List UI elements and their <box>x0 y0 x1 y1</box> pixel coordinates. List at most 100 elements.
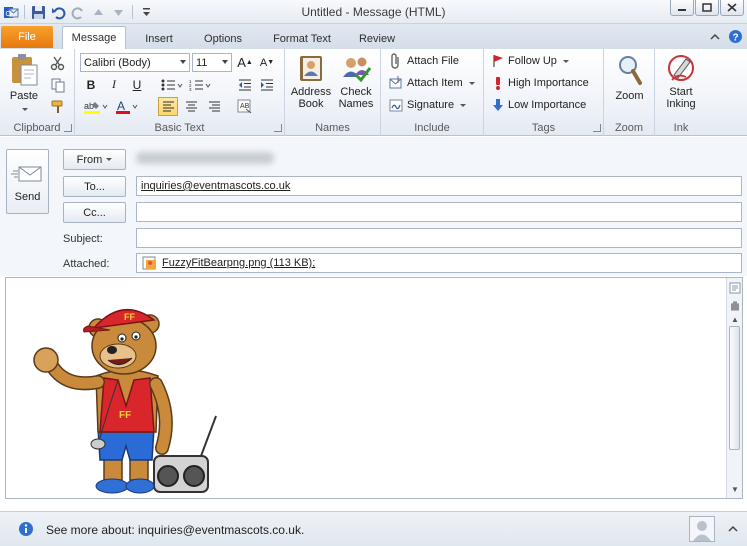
underline-icon[interactable]: U <box>127 75 147 94</box>
address-book-label-2: Book <box>298 98 324 110</box>
pen-icon <box>668 55 694 81</box>
high-importance-button[interactable]: High Importance <box>492 74 589 92</box>
grow-font-icon[interactable]: A ▲ <box>235 53 255 72</box>
expand-people-pane-icon[interactable] <box>728 524 738 534</box>
shrink-font-icon[interactable]: A ▼ <box>257 53 277 72</box>
view-toggle-icon[interactable] <box>728 281 742 295</box>
maximize-icon[interactable] <box>695 0 719 16</box>
paste-icon <box>12 54 38 86</box>
bear-mascot-image: FF FF <box>33 308 217 494</box>
decrease-indent-icon[interactable] <box>235 75 255 94</box>
from-label: From <box>76 153 103 166</box>
send-icon <box>10 166 41 182</box>
tab-insert[interactable]: Insert <box>133 28 185 49</box>
tab-message[interactable]: Message <box>62 26 126 49</box>
attach-file-button[interactable]: Attach File <box>389 52 459 70</box>
see-more-about-text[interactable]: See more about: inquiries@eventmascots.c… <box>46 523 304 537</box>
bullets-icon[interactable] <box>159 75 185 94</box>
follow-up-label: Follow Up <box>508 55 557 67</box>
format-painter-icon <box>51 100 63 113</box>
tab-review[interactable]: Review <box>350 28 404 49</box>
address-book-icon <box>300 56 322 81</box>
tab-file[interactable]: File <box>1 26 53 48</box>
zoom-button[interactable]: Zoom <box>607 53 652 102</box>
clipboard-group-label: Clipboard <box>13 122 61 134</box>
align-center-icon[interactable] <box>181 97 201 116</box>
scroll-up-icon[interactable]: ▲ <box>728 312 742 326</box>
ribbon: Paste Clipboard Calibri (Body) 11 A ▲ A ▼ … <box>0 49 747 136</box>
image-file-icon <box>142 256 156 270</box>
to-recipient[interactable]: inquiries@eventmascots.co.uk <box>141 180 290 192</box>
paste-button[interactable]: Paste <box>4 53 44 114</box>
check-names-label-1: Check <box>340 86 372 98</box>
bold-icon[interactable]: B <box>81 75 101 94</box>
help-icon[interactable]: ? <box>728 29 743 47</box>
follow-up-button[interactable]: Follow Up <box>492 52 569 70</box>
font-color-icon[interactable]: A <box>113 97 141 116</box>
title-bar: O Untitled - Message (HTML) <box>0 0 747 24</box>
italic-icon[interactable]: I <box>104 75 124 94</box>
subject-label: Subject: <box>63 233 103 245</box>
svg-text:3: 3 <box>189 87 192 91</box>
group-include: Attach File Attach Item Signature Includ… <box>381 49 484 136</box>
attach-item-label: Attach Item <box>407 77 463 89</box>
pan-hand-icon[interactable] <box>728 298 742 312</box>
send-label: Send <box>14 191 41 203</box>
font-size-combo[interactable]: 11 <box>192 53 232 72</box>
align-left-icon[interactable] <box>158 97 178 116</box>
minimize-icon[interactable] <box>670 0 694 16</box>
cc-field[interactable] <box>136 202 742 222</box>
start-inking-button[interactable]: Start Inking <box>658 53 704 110</box>
from-button[interactable]: From <box>63 149 126 170</box>
paperclip-icon <box>391 53 399 69</box>
font-size-value: 11 <box>196 56 208 69</box>
group-ink: Start Inking Ink <box>655 49 707 136</box>
start-inking-label-1: Start <box>669 86 693 98</box>
scroll-down-icon[interactable]: ▼ <box>728 482 742 496</box>
copy-button[interactable] <box>50 76 66 94</box>
cc-button[interactable]: Cc... <box>63 202 126 223</box>
check-names-button[interactable]: Check Names <box>334 53 378 110</box>
scroll-thumb[interactable] <box>729 326 740 450</box>
font-name-combo[interactable]: Calibri (Body) <box>80 53 190 72</box>
increase-indent-icon[interactable] <box>257 75 277 94</box>
align-right-icon[interactable] <box>204 97 224 116</box>
names-group-label: Names <box>315 122 350 134</box>
attach-item-button[interactable]: Attach Item <box>389 74 475 92</box>
tags-launcher-icon[interactable] <box>593 124 601 132</box>
basic-text-launcher-icon[interactable] <box>274 124 282 132</box>
group-basic-text: Calibri (Body) 11 A▲ A▼ B I U 123 ab A <box>75 49 285 136</box>
basic-text-group-label: Basic Text <box>154 122 205 134</box>
signature-button[interactable]: Signature <box>389 96 467 114</box>
format-painter-button[interactable] <box>50 98 66 116</box>
tab-options[interactable]: Options <box>193 28 253 49</box>
cut-button[interactable] <box>50 54 66 72</box>
low-importance-button[interactable]: Low Importance <box>492 96 586 114</box>
address-book-label-1: Address <box>290 86 332 98</box>
body-vertical-scrollbar[interactable]: ▲ ▼ <box>726 278 742 498</box>
ink-group-label: Ink <box>673 122 689 134</box>
high-importance-label: High Importance <box>508 77 589 89</box>
clipboard-launcher-icon[interactable] <box>64 124 72 132</box>
send-button[interactable]: Send <box>6 149 49 214</box>
address-book-button[interactable]: Address Book <box>288 53 334 110</box>
zoom-group-label: Zoom <box>614 122 644 134</box>
svg-text:FF: FF <box>124 312 135 322</box>
group-tags: Follow Up High Importance Low Importance… <box>484 49 604 136</box>
subject-field[interactable] <box>136 228 742 248</box>
close-icon[interactable] <box>720 0 744 16</box>
ribbon-tab-row: File Message Insert Options Format Text … <box>0 24 747 49</box>
signature-label: Signature <box>407 99 455 111</box>
attachment-link[interactable]: FuzzyFitBearpng.png (113 KB); <box>162 257 315 269</box>
to-field[interactable]: inquiries@eventmascots.co.uk <box>136 176 742 196</box>
message-body[interactable]: FF FF ▲ ▼ <box>5 277 743 499</box>
contact-avatar-icon[interactable] <box>689 516 715 542</box>
numbering-icon[interactable]: 123 <box>187 75 213 94</box>
svg-text:AB: AB <box>240 103 250 110</box>
styles-icon[interactable]: AB <box>235 97 255 116</box>
tab-format-text[interactable]: Format Text <box>262 28 342 49</box>
svg-text:ab: ab <box>84 101 94 111</box>
minimize-ribbon-icon[interactable] <box>710 32 720 44</box>
highlight-color-icon[interactable]: ab <box>81 97 109 116</box>
to-button[interactable]: To... <box>63 176 126 197</box>
